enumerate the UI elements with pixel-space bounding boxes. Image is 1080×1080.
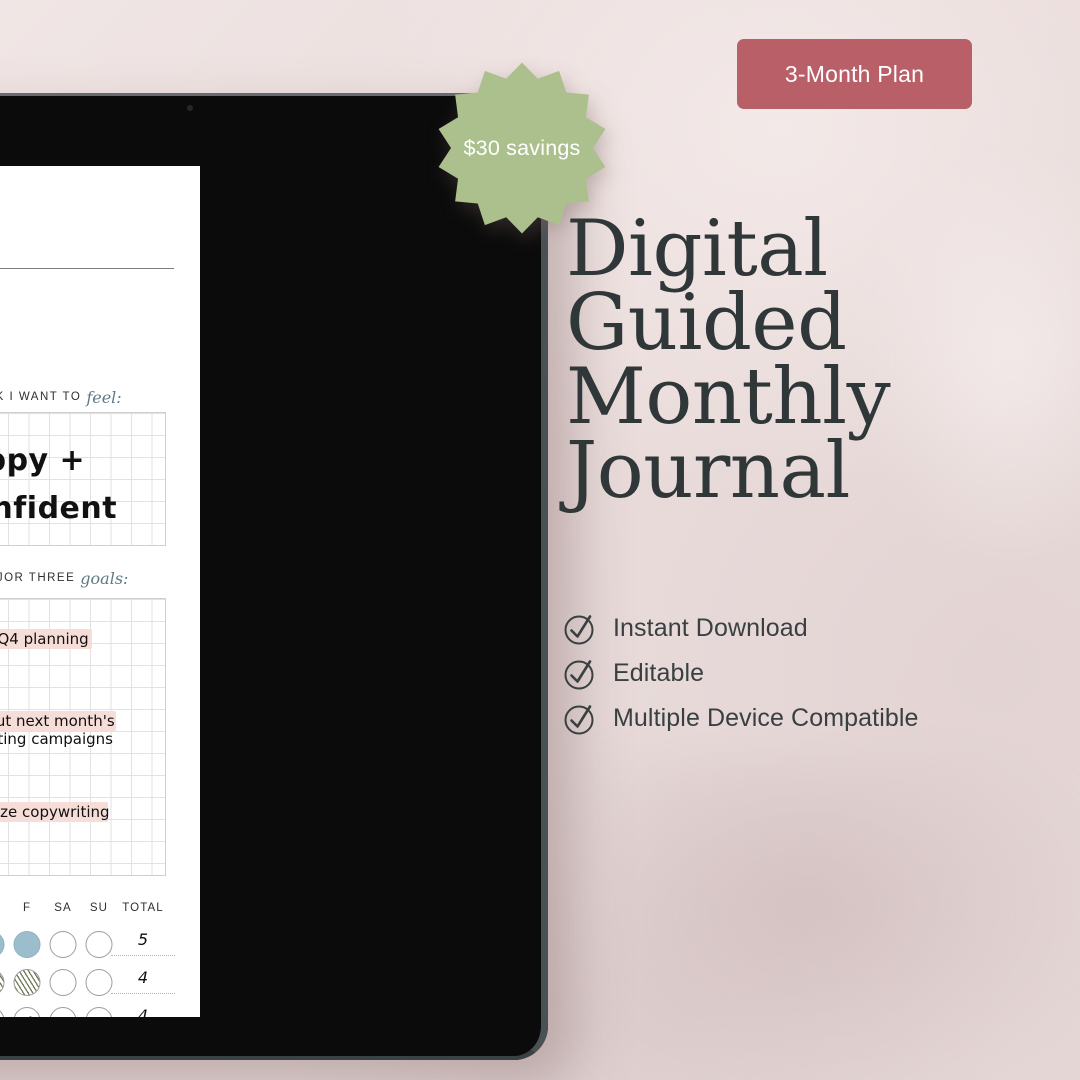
background-shadow-blob [600,760,1080,1080]
check-circle-icon [564,704,594,734]
feature-item: Multiple Device Compatible [562,696,1032,741]
tracker-day-circle[interactable] [0,969,5,996]
feel-heading-text: THIS WEEK I WANT TO [0,391,82,403]
tracker-total-value: 4 [137,968,149,987]
check-circle-icon [564,659,594,689]
goal-text: Optimize copywriting [0,803,110,821]
tracker-row: from Daily Rituals5✔✔✔✔4 [0,1004,182,1017]
tracker-total-rule [111,993,175,994]
page-title-line-2: Guided [566,278,847,369]
tracker-row: utes54 [0,966,182,1004]
tracker-column-header: SU [89,902,109,914]
habit-tracker-header: GOALMTUWTHFSASUTOTAL [0,902,182,922]
week-header: WEEK 1 [0,262,200,274]
page-title-line-3: Monthly [566,352,891,443]
goals-heading-text: WEEKLY MAJOR THREE [0,572,76,584]
tracker-day-circle[interactable] [0,1007,5,1017]
tracker-column-header: SA [54,902,72,914]
tracker-row: 55 [0,928,182,966]
check-circle-icon [564,614,594,644]
week-rule-right [0,267,174,269]
feature-label: Editable [613,659,705,687]
feature-list: Instant Download Editable Multiple Device … [562,606,1032,741]
tracker-total-rule [111,955,175,956]
tracker-day-circle[interactable] [85,969,113,996]
feature-label: Instant Download [613,614,808,642]
feel-entry-line-2: confident [0,491,118,526]
goals-section-heading: WEEKLY MAJOR THREE goals: [0,569,128,588]
feature-item: Editable [562,651,1032,696]
journal-page: WEEK 1 JANUARY MTUWTHFSASU12345678910111… [0,166,200,1017]
page-title: Digital Guided Monthly Journal [566,204,986,517]
tracker-total-value: 5 [137,930,149,949]
goal-text: Finish Q4 planning [0,630,89,648]
tracker-day-circle[interactable] [85,931,113,958]
tracker-day-circle[interactable] [49,1007,77,1017]
tracker-day-circle[interactable]: ✔ [13,1007,41,1017]
feel-entry-line-1: happy + [0,443,86,478]
plan-button[interactable]: 3-Month Plan [737,39,972,109]
tracker-day-circle[interactable] [13,969,41,996]
goal-text-secondary: marketing campaigns [0,730,113,748]
page-title-line-4: Journal [566,426,850,517]
page-title-line-1: Digital [566,204,828,294]
feature-label: Multiple Device Compatible [613,704,919,732]
tracker-day-circle[interactable] [49,931,77,958]
feel-section-heading: THIS WEEK I WANT TO feel: [0,388,122,407]
tracker-day-circle[interactable] [49,969,77,996]
tracker-day-circle[interactable] [13,931,41,958]
goal-text: Plan out next month's [0,712,115,730]
tracker-total-value: 4 [137,1006,149,1017]
tracker-day-circle[interactable] [85,1007,113,1017]
savings-badge-label: $30 savings [463,135,581,160]
tracker-column-header: F [22,902,32,914]
camera-icon [187,105,193,111]
tracker-column-header: TOTAL [122,902,164,914]
goals-script-word: goals: [80,569,129,588]
feel-script-word: feel: [86,388,122,407]
tracker-day-circle[interactable] [0,931,5,958]
feature-item: Instant Download [562,606,1032,651]
